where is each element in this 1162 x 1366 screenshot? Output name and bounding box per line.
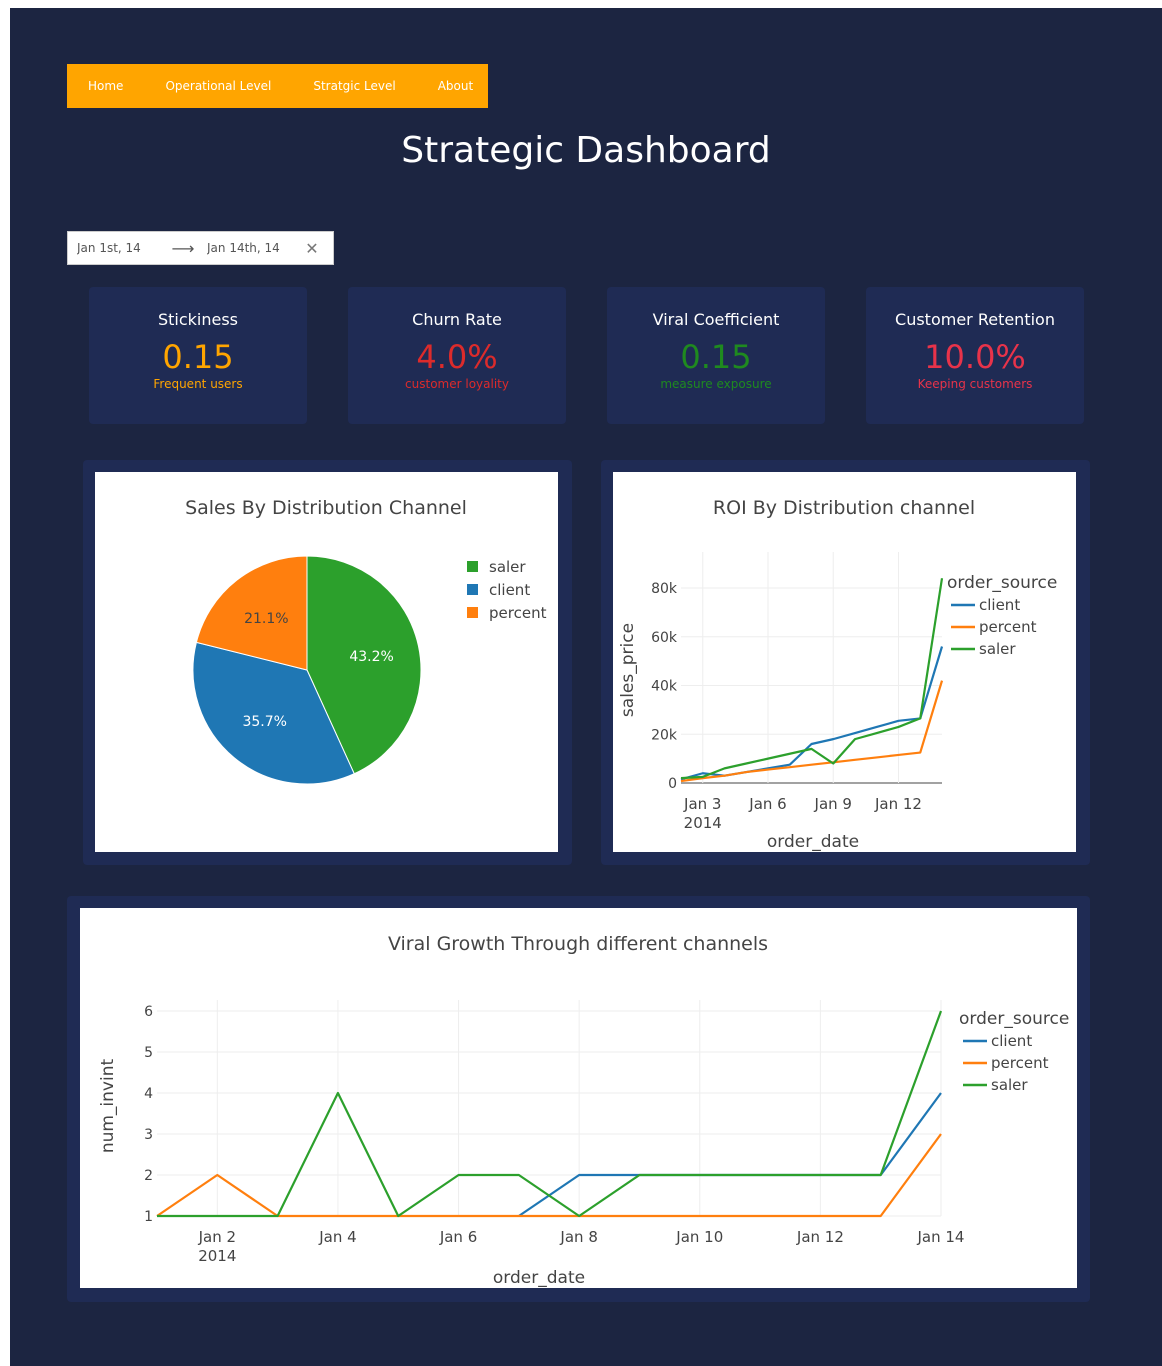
nav-strategic-level[interactable]: Stratgic Level [313,79,395,93]
y-tick-label: 80k [651,581,678,597]
kpi-value: 0.15 [680,338,752,376]
nav-home[interactable]: Home [88,79,123,93]
x-tick-label: Jan 8 [559,1228,597,1246]
navbar: Home Operational Level Stratgic Level Ab… [67,64,488,108]
legend-item-client[interactable]: client [991,1032,1032,1050]
end-date-input[interactable] [198,241,298,255]
pie-slice-label: 43.2% [349,649,393,665]
y-axis-label: num_invint [98,1059,118,1154]
x-tick-label: Jan 2 [198,1228,236,1246]
series-line-client[interactable] [680,646,944,781]
series-line-client[interactable] [518,1092,942,1217]
legend-item-saler[interactable]: saler [991,1076,1028,1094]
legend-item-percent[interactable]: percent [979,618,1037,636]
dashboard-app: Home Operational Level Stratgic Level Ab… [10,8,1162,1366]
y-tick-label: 6 [144,1004,153,1020]
legend-item-saler[interactable]: saler [979,640,1016,658]
x-tick-label: Jan 10 [675,1228,723,1246]
x-axis-label: order_date [767,832,859,852]
x-tick-label: Jan 3 [683,795,721,813]
date-range-picker: ⟶ ✕ [67,231,334,265]
kpi-value: 0.15 [162,338,234,376]
legend-swatch [467,561,478,572]
viral-chart-svg: Viral Growth Through different channels … [98,933,1069,1288]
chart-title: Viral Growth Through different channels [388,933,768,955]
roi-chart-svg: ROI By Distribution channel order_date s… [618,497,1057,852]
kpi-viral-coefficient: Viral Coefficient 0.15 measure exposure [607,287,825,424]
legend-swatch [467,607,478,618]
x-tick-label: Jan 9 [814,795,852,813]
pie-chart-svg: Sales By Distribution Channel 43.2% 35.7%… [185,497,547,785]
x-tick-year: 2014 [684,814,722,832]
page-title: Strategic Dashboard [401,130,771,171]
legend-swatch [467,584,478,595]
arrow-right-icon: ⟶ [171,238,195,258]
legend-title: order_source [947,573,1057,593]
y-tick-label: 40k [651,679,678,695]
y-tick-label: 5 [144,1045,153,1061]
nav-about[interactable]: About [438,79,473,93]
series-line-saler[interactable] [680,578,944,780]
y-axis-label: sales_price [618,623,638,717]
kpi-value: 10.0% [924,338,1026,376]
kpi-subtitle: measure exposure [660,377,772,391]
y-tick-label: 0 [668,776,677,792]
nav-operational-level[interactable]: Operational Level [165,79,271,93]
kpi-subtitle: Keeping customers [917,377,1033,391]
legend-item-saler[interactable]: saler [489,558,526,576]
legend-item-client[interactable]: client [489,581,530,599]
pie-slice-label: 35.7% [242,714,286,730]
chart-title: ROI By Distribution channel [713,497,975,519]
series-line-percent[interactable] [680,680,944,783]
legend-item-percent[interactable]: percent [991,1054,1049,1072]
kpi-customer-retention: Customer Retention 10.0% Keeping custome… [866,287,1084,424]
roi-by-channel-chart: ROI By Distribution channel order_date s… [613,472,1076,852]
kpi-title: Churn Rate [412,310,502,329]
y-tick-label: 4 [144,1086,153,1102]
kpi-title: Viral Coefficient [652,310,780,329]
kpi-churn-rate: Churn Rate 4.0% customer loyality [348,287,566,424]
y-tick-label: 2 [144,1168,153,1184]
kpi-title: Stickiness [157,310,239,329]
y-tick-label: 20k [651,727,678,743]
series-line-saler[interactable] [157,1010,943,1218]
viral-growth-chart: Viral Growth Through different channels … [80,908,1077,1288]
kpi-value: 4.0% [416,338,498,376]
legend-item-percent[interactable]: percent [489,604,547,622]
x-tick-label: Jan 4 [318,1228,356,1246]
legend-title: order_source [959,1009,1069,1029]
x-tick-label: Jan 12 [796,1228,844,1246]
legend-item-client[interactable]: client [979,596,1020,614]
y-tick-label: 60k [651,630,678,646]
x-tick-label: Jan 6 [748,795,786,813]
close-icon[interactable]: ✕ [300,239,324,258]
y-tick-label: 1 [144,1209,153,1225]
kpi-stickiness: Stickiness 0.15 Frequent users [89,287,307,424]
kpi-title: Customer Retention [895,310,1055,329]
x-tick-label: Jan 12 [874,795,922,813]
kpi-subtitle: Frequent users [153,377,243,391]
chart-title: Sales By Distribution Channel [185,497,467,519]
pie-slice-label: 21.1% [244,611,288,627]
start-date-input[interactable] [68,241,168,255]
sales-by-channel-chart: Sales By Distribution Channel 43.2% 35.7%… [95,472,558,852]
x-tick-label: Jan 14 [917,1228,965,1246]
x-tick-year: 2014 [198,1247,236,1265]
x-axis-label: order_date [493,1268,585,1288]
y-tick-label: 3 [144,1127,153,1143]
kpi-subtitle: customer loyality [405,377,509,391]
x-tick-label: Jan 6 [439,1228,477,1246]
